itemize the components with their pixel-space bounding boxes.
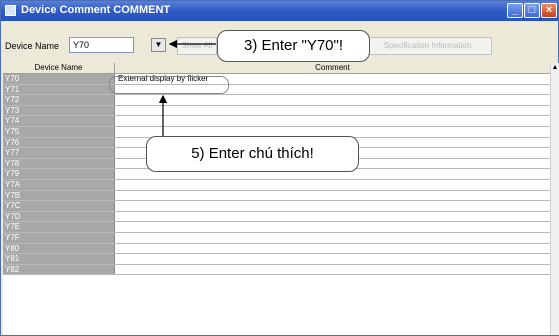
specification-information-button[interactable]: Specification Information xyxy=(363,37,492,55)
device-cell[interactable]: Y7B xyxy=(3,190,115,201)
scroll-up-icon[interactable]: ▲ xyxy=(551,63,559,73)
device-cell[interactable]: Y79 xyxy=(3,169,115,179)
table-row[interactable]: Y73 xyxy=(3,105,550,117)
comment-cell[interactable] xyxy=(115,191,550,201)
device-cell[interactable]: Y82 xyxy=(3,264,115,275)
table-row[interactable]: Y7A xyxy=(3,179,550,191)
comment-cell[interactable] xyxy=(115,254,550,264)
table-row[interactable]: Y7D xyxy=(3,211,550,223)
comment-cell[interactable] xyxy=(115,222,550,232)
grid-header: Device Name Comment xyxy=(3,63,550,74)
vertical-scrollbar[interactable]: ▲ xyxy=(550,63,559,335)
comment-cell[interactable] xyxy=(115,116,550,126)
device-cell[interactable]: Y72 xyxy=(3,95,115,105)
close-button[interactable]: × xyxy=(541,3,557,18)
table-row[interactable]: Y7B xyxy=(3,190,550,202)
table-row[interactable]: Y81 xyxy=(3,254,550,265)
device-cell[interactable]: Y7A xyxy=(3,179,115,190)
table-row[interactable]: Y80 xyxy=(3,243,550,255)
table-row[interactable]: Y72 xyxy=(3,95,550,106)
app-icon xyxy=(5,5,16,16)
device-cell[interactable]: Y78 xyxy=(3,158,115,169)
step5-callout: 5) Enter chú thích! xyxy=(146,136,359,172)
device-cell[interactable]: Y75 xyxy=(3,126,115,137)
device-cell[interactable]: Y74 xyxy=(3,116,115,126)
table-row[interactable]: Y7E xyxy=(3,222,550,233)
table-row[interactable]: Y7C xyxy=(3,201,550,212)
comment-cell[interactable] xyxy=(115,233,550,243)
table-row[interactable]: Y74 xyxy=(3,116,550,127)
show-all-button[interactable]: Show All xyxy=(177,37,217,55)
chevron-down-icon: ▼ xyxy=(154,40,163,49)
comment-cell[interactable] xyxy=(115,106,550,116)
title-bar: Device Comment COMMENT _ □ × xyxy=(1,1,558,21)
table-row[interactable]: Y71 xyxy=(3,84,550,96)
device-cell[interactable]: Y76 xyxy=(3,137,115,148)
comment-cell[interactable] xyxy=(115,265,550,275)
column-header-device[interactable]: Device Name xyxy=(3,63,115,74)
device-cell[interactable]: Y7D xyxy=(3,211,115,222)
comment-highlight-frame xyxy=(109,76,229,94)
comment-grid: Device Name Comment Y70 External display … xyxy=(3,63,550,335)
device-cell[interactable]: Y81 xyxy=(3,254,115,264)
device-cell[interactable]: Y73 xyxy=(3,105,115,116)
device-cell[interactable]: Y70 xyxy=(3,74,115,84)
maximize-icon: □ xyxy=(528,4,536,16)
device-cell[interactable]: Y7F xyxy=(3,232,115,243)
table-row[interactable]: Y70 External display by flicker xyxy=(3,74,550,85)
column-header-comment[interactable]: Comment xyxy=(115,63,550,74)
maximize-button[interactable]: □ xyxy=(524,3,540,18)
grid-rows: Y70 External display by flicker Y71 Y72 Y73 Y… xyxy=(3,74,550,276)
device-cell[interactable]: Y71 xyxy=(3,84,115,95)
table-row[interactable]: Y82 xyxy=(3,264,550,276)
device-cell[interactable]: Y7E xyxy=(3,222,115,232)
device-cell[interactable]: Y80 xyxy=(3,243,115,254)
minimize-icon: _ xyxy=(511,4,519,16)
device-name-input[interactable]: Y70 xyxy=(69,37,134,53)
comment-cell[interactable] xyxy=(115,244,550,254)
close-icon: × xyxy=(545,4,553,16)
table-row[interactable]: Y7F xyxy=(3,232,550,244)
step3-callout: 3) Enter "Y70"! xyxy=(217,30,370,62)
comment-cell[interactable] xyxy=(115,201,550,211)
comment-cell[interactable] xyxy=(115,95,550,105)
device-dropdown-button[interactable]: ▼ xyxy=(151,38,166,52)
comment-cell[interactable] xyxy=(115,212,550,222)
device-cell[interactable]: Y77 xyxy=(3,148,115,158)
comment-cell[interactable] xyxy=(115,180,550,190)
device-cell[interactable]: Y7C xyxy=(3,201,115,211)
device-name-label: Device Name xyxy=(5,41,60,51)
minimize-button[interactable]: _ xyxy=(507,3,523,18)
window-title: Device Comment COMMENT xyxy=(21,4,171,16)
